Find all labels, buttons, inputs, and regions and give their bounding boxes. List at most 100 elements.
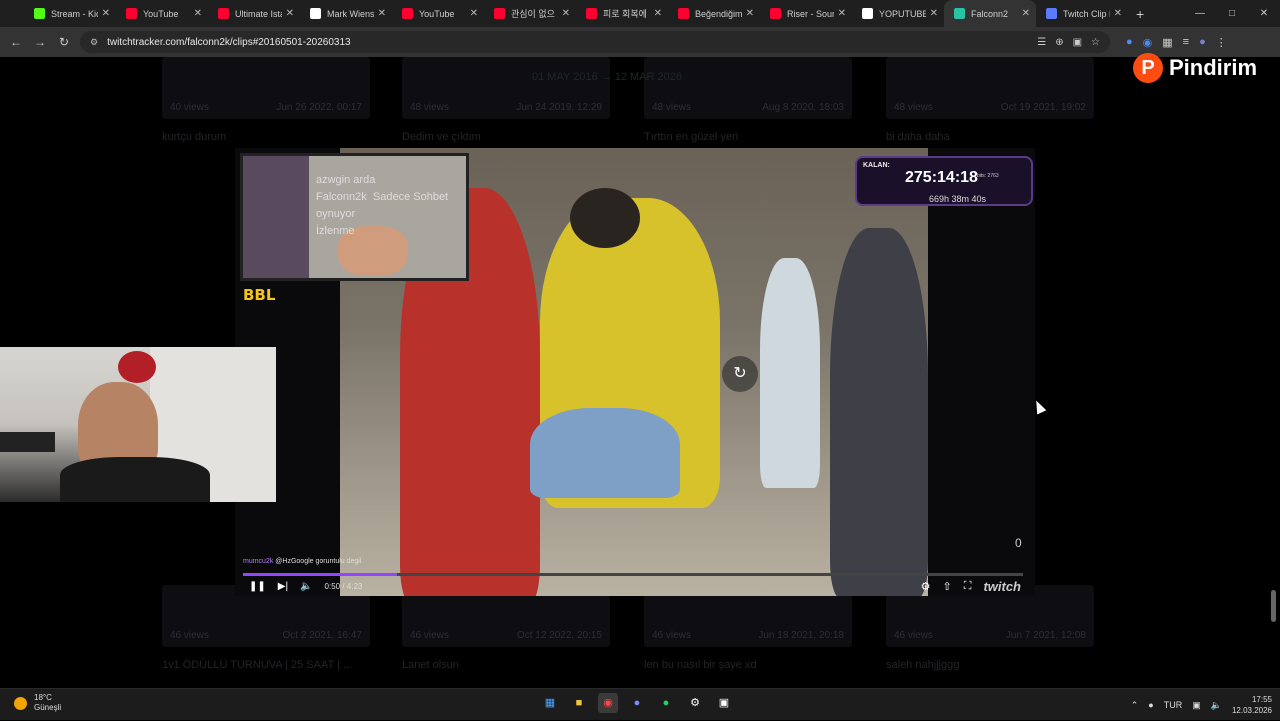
clip-card[interactable]: 48 views Jun 24 2019, 12:29 bbox=[402, 57, 610, 119]
puzzle-icon[interactable]: ▦ bbox=[1162, 36, 1172, 49]
media-icon[interactable]: ≡ bbox=[1183, 36, 1189, 48]
reload-icon[interactable]: ↻ bbox=[52, 35, 76, 49]
tab-close-icon[interactable]: ✕ bbox=[1114, 8, 1122, 19]
clip-title[interactable]: Dedim ve çıktım bbox=[402, 131, 481, 143]
browser-tab[interactable]: Mark Wiens ✕ bbox=[300, 0, 392, 27]
url-text[interactable]: twitchtracker.com/falconn2k/clips#201605… bbox=[107, 37, 351, 48]
clock[interactable]: 17:55 12.03.2026 bbox=[1232, 694, 1272, 716]
translate-icon[interactable]: ☰ bbox=[1037, 37, 1046, 48]
page-scrollbar[interactable] bbox=[1271, 590, 1276, 622]
menu-icon[interactable]: ⋮ bbox=[1216, 36, 1227, 49]
chat-username: mumcu2k bbox=[243, 558, 274, 565]
tab-label: Twitch Clip D bbox=[1063, 8, 1110, 19]
browser-tab[interactable]: Riser - Sound ✕ bbox=[760, 0, 852, 27]
tab-close-icon[interactable]: ✕ bbox=[102, 8, 110, 19]
browser-tab[interactable]: Stream - Kick ✕ bbox=[24, 0, 116, 27]
clip-card[interactable]: 48 views Oct 19 2021, 19:02 bbox=[886, 57, 1094, 119]
maximize-icon[interactable]: □ bbox=[1216, 0, 1248, 27]
tab-close-icon[interactable]: ✕ bbox=[654, 8, 662, 19]
browser-tab[interactable]: Ultimate Istan ✕ bbox=[208, 0, 300, 27]
network-icon[interactable]: ▣ bbox=[1192, 700, 1201, 711]
browser-tab[interactable]: YOPUTUBE ✕ bbox=[852, 0, 944, 27]
chrome-icon[interactable]: ◉ bbox=[598, 693, 618, 713]
tab-close-icon[interactable]: ✕ bbox=[930, 8, 938, 19]
tab-strip: Stream - Kick✕YouTube✕Ultimate Istan✕Mar… bbox=[24, 0, 1128, 27]
profile-avatar[interactable]: ● bbox=[1199, 36, 1206, 48]
tab-close-icon[interactable]: ✕ bbox=[746, 8, 754, 19]
next-icon[interactable]: ▶| bbox=[278, 581, 288, 592]
clip-title[interactable]: kurtçu durum bbox=[162, 131, 226, 143]
forward-icon[interactable]: → bbox=[28, 35, 52, 49]
clip-title[interactable]: Tırttın en güzel yeri bbox=[644, 131, 738, 143]
clip-title[interactable]: 1v1 ÖDÜLLÜ TURNUVA | 25 SAAT | ... bbox=[162, 659, 352, 671]
minimize-icon[interactable]: — bbox=[1184, 0, 1216, 27]
new-tab-button[interactable]: + bbox=[1136, 6, 1144, 22]
extension-icon[interactable]: ◉ bbox=[1143, 36, 1153, 49]
browser-tab[interactable]: YouTube ✕ bbox=[392, 0, 484, 27]
player-controls-right: ⚙ ⇧ ⛶ twitch bbox=[921, 576, 1021, 596]
player-controls: ❚❚ ▶| 🔈 0:50 / 4:23 ⚙ ⇧ ⛶ twitch bbox=[235, 576, 1035, 596]
zoom-icon[interactable]: ⊕ bbox=[1055, 37, 1063, 48]
volume-icon[interactable]: 🔈 bbox=[1211, 700, 1222, 711]
start-icon[interactable]: ▦ bbox=[540, 693, 560, 713]
viewer-count: 0 bbox=[1015, 536, 1022, 550]
chevron-up-icon[interactable]: ⌃ bbox=[1131, 700, 1139, 711]
tab-close-icon[interactable]: ✕ bbox=[1022, 8, 1030, 19]
share-icon[interactable]: ⇧ bbox=[943, 580, 952, 593]
clip-title[interactable]: bi daha daha bbox=[886, 131, 950, 143]
microphone-icon[interactable]: ● bbox=[1148, 700, 1153, 710]
language-indicator[interactable]: TUR bbox=[1164, 700, 1183, 710]
timer-remaining: 275:14:18 bbox=[905, 169, 978, 186]
clip-card[interactable]: 40 views Jun 26 2022, 00:17 bbox=[162, 57, 370, 119]
browser-tab[interactable]: 관심이 없으 ✕ bbox=[484, 0, 576, 27]
tab-favicon-icon bbox=[126, 8, 137, 19]
browser-tab[interactable]: YouTube ✕ bbox=[116, 0, 208, 27]
replay-icon[interactable]: ↻ bbox=[722, 356, 758, 392]
tab-close-icon[interactable]: ✕ bbox=[838, 8, 846, 19]
file-explorer-icon[interactable]: ■ bbox=[569, 693, 589, 713]
chat-text: @HzGoogle goruntulu degil bbox=[275, 558, 362, 565]
time-total: 4:23 bbox=[346, 581, 363, 591]
taskbar-apps: ▦ ■ ◉ ● ● ⚙ ▣ bbox=[540, 693, 734, 713]
browser-tab[interactable]: Falconn2 ✕ bbox=[944, 0, 1036, 27]
tab-close-icon[interactable]: ✕ bbox=[194, 8, 202, 19]
volume-icon[interactable]: 🔈 bbox=[300, 581, 312, 592]
settings-icon[interactable]: ⚙ bbox=[921, 580, 931, 593]
clip-views: 48 views bbox=[410, 102, 449, 113]
weather-widget[interactable]: 18°C Güneşli bbox=[14, 693, 61, 713]
extension-icon[interactable]: ● bbox=[1126, 36, 1133, 48]
clip-card[interactable]: 48 views Aug 8 2020, 18:03 bbox=[644, 57, 852, 119]
cast-icon[interactable]: ▣ bbox=[1073, 37, 1082, 48]
browser-tab[interactable]: Beğendiğim ✕ bbox=[668, 0, 760, 27]
fullscreen-icon[interactable]: ⛶ bbox=[964, 580, 972, 593]
bookmark-star-icon[interactable]: ☆ bbox=[1091, 37, 1100, 48]
twitch-logo[interactable]: twitch bbox=[983, 579, 1021, 594]
system-tray: ⌃ ● TUR ▣ 🔈 17:55 12.03.2026 bbox=[1131, 689, 1272, 721]
tab-close-icon[interactable]: ✕ bbox=[470, 8, 478, 19]
clip-title[interactable]: Lanet olsun bbox=[402, 659, 459, 671]
site-info-icon[interactable]: ⚙ bbox=[90, 37, 98, 48]
discord-icon[interactable]: ● bbox=[627, 693, 647, 713]
omnibox[interactable]: ⚙ twitchtracker.com/falconn2k/clips#2016… bbox=[80, 31, 1110, 53]
back-icon[interactable]: ← bbox=[4, 35, 28, 49]
pindirim-watermark: P Pindirim bbox=[1133, 52, 1257, 84]
sun-icon bbox=[14, 696, 27, 710]
tab-close-icon[interactable]: ✕ bbox=[562, 8, 570, 19]
tab-close-icon[interactable]: ✕ bbox=[286, 8, 294, 19]
browser-tab[interactable]: Twitch Clip D ✕ bbox=[1036, 0, 1128, 27]
close-icon[interactable]: ✕ bbox=[1248, 0, 1280, 27]
capcut-icon[interactable]: ▣ bbox=[714, 693, 734, 713]
timer-label: KALAN: bbox=[863, 162, 890, 169]
pause-icon[interactable]: ❚❚ bbox=[249, 581, 266, 592]
clip-date: Jun 18 2021, 20:18 bbox=[758, 630, 844, 641]
webcam-person-body bbox=[60, 457, 210, 502]
spotify-icon[interactable]: ● bbox=[656, 693, 676, 713]
tab-favicon-icon bbox=[586, 8, 597, 19]
browser-tab[interactable]: 피로 회복에 ✕ bbox=[576, 0, 668, 27]
clip-video-player[interactable]: ↻ azwgin arda Falconn2k Sadece Sohbet oy… bbox=[235, 148, 1035, 596]
cam-overlay-views: İzlenme bbox=[316, 225, 355, 237]
clip-title[interactable]: saleh nahjjjggg bbox=[886, 659, 959, 671]
steam-icon[interactable]: ⚙ bbox=[685, 693, 705, 713]
tab-close-icon[interactable]: ✕ bbox=[378, 8, 386, 19]
clip-title[interactable]: len bu nasıl bir şaye xd bbox=[644, 659, 757, 671]
